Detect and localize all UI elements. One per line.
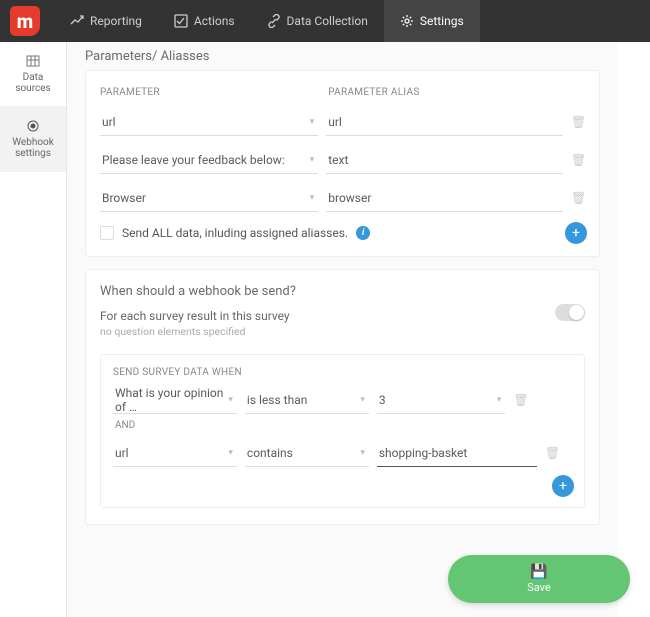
alias-head: PARAMETER ALIAS — [318, 87, 585, 98]
param-select[interactable]: Please leave your feedback below: ▾ — [100, 146, 318, 174]
param-row: Please leave your feedback below: ▾ 🗑 — [100, 146, 585, 174]
alias-input[interactable] — [326, 108, 563, 136]
when-card: When should a webhook be send? For each … — [85, 269, 600, 525]
target-icon — [26, 119, 40, 133]
param-row: url ▾ 🗑 — [100, 108, 585, 136]
cond-field: What is your opinion of … — [115, 386, 228, 414]
send-all-checkbox[interactable] — [100, 226, 114, 240]
chevron-down-icon: ▾ — [360, 448, 365, 458]
chevron-down-icon: ▾ — [228, 395, 233, 405]
cond-op-select[interactable]: contains ▾ — [245, 439, 369, 467]
conditions-inner: SEND SURVEY DATA WHEN What is your opini… — [100, 354, 585, 508]
chevron-down-icon: ▾ — [360, 395, 365, 405]
send-all-label: Send ALL data, inluding assigned aliasse… — [122, 226, 348, 240]
main: Parameters/ Aliasses PARAMETER PARAMETER… — [67, 42, 618, 617]
page-title: Parameters/ Aliasses — [85, 42, 600, 64]
param-value: Browser — [102, 191, 146, 205]
each-toggle[interactable] — [555, 304, 585, 321]
sidebar-item-label: Data sources — [4, 72, 62, 94]
param-value: Please leave your feedback below: — [102, 153, 285, 167]
columns: Data sources Webhook settings Parameters… — [0, 42, 650, 617]
logo[interactable]: m — [10, 6, 40, 36]
params-inner: PARAMETER PARAMETER ALIAS url ▾ 🗑 Please … — [100, 87, 585, 240]
parameters-card: PARAMETER PARAMETER ALIAS url ▾ 🗑 Please … — [85, 70, 600, 257]
alias-input[interactable] — [326, 184, 563, 212]
sidebar: Data sources Webhook settings — [0, 42, 67, 617]
info-icon[interactable]: i — [356, 226, 370, 240]
save-icon: 💾 — [530, 564, 547, 580]
nav-actions[interactable]: Actions — [158, 0, 251, 42]
condition-row: url ▾ contains ▾ 🗑 — [113, 439, 572, 467]
topbar: m Reporting Actions Data Collection Sett… — [0, 0, 650, 42]
nav-reporting[interactable]: Reporting — [54, 0, 158, 42]
cond-val-select[interactable]: 3▾ — [377, 386, 506, 414]
params-head-row: PARAMETER PARAMETER ALIAS — [100, 87, 585, 98]
chart-line-icon — [70, 14, 84, 28]
chevron-down-icon: ▾ — [310, 193, 315, 203]
trash-icon[interactable]: 🗑 — [571, 191, 585, 205]
chevron-down-icon: ▾ — [310, 117, 315, 127]
param-value: url — [102, 115, 116, 129]
param-select[interactable]: Browser ▾ — [100, 184, 318, 212]
chevron-down-icon: ▾ — [497, 395, 502, 405]
chevron-down-icon: ▾ — [310, 155, 315, 165]
nav-label: Reporting — [90, 14, 142, 28]
cond-val-input[interactable] — [377, 439, 537, 467]
param-head: PARAMETER — [100, 87, 318, 98]
link-icon — [267, 14, 281, 28]
cond-field: url — [115, 446, 129, 460]
checklist-icon — [174, 14, 188, 28]
when-title: When should a webhook be send? — [100, 284, 585, 299]
cond-op-select[interactable]: is less than ▾ — [245, 386, 369, 414]
cond-op: is less than — [247, 393, 307, 407]
cond-val: 3 — [379, 393, 386, 407]
gear-icon — [400, 14, 414, 28]
nav-data-collection[interactable]: Data Collection — [251, 0, 384, 42]
save-label: Save — [527, 581, 551, 594]
cond-field-select[interactable]: What is your opinion of …▾ — [113, 386, 237, 414]
right-rail — [618, 42, 650, 617]
sidebar-item-webhook-settings[interactable]: Webhook settings — [0, 107, 66, 172]
cond-op: contains — [247, 446, 293, 460]
logo-letter: m — [17, 10, 33, 33]
trash-icon[interactable]: 🗑 — [571, 153, 585, 167]
grid-icon — [26, 54, 40, 68]
sidebar-item-label: Webhook settings — [4, 137, 62, 159]
add-param-button[interactable]: + — [565, 222, 587, 244]
nav-label: Settings — [420, 14, 464, 28]
sidebar-item-data-sources[interactable]: Data sources — [0, 42, 66, 107]
param-select[interactable]: url ▾ — [100, 108, 318, 136]
send-when-head: SEND SURVEY DATA WHEN — [113, 367, 572, 378]
and-label: AND — [115, 420, 572, 431]
send-all-row: Send ALL data, inluding assigned aliasse… — [100, 226, 585, 240]
trash-icon[interactable]: 🗑 — [571, 115, 585, 129]
nav-label: Actions — [194, 14, 235, 28]
add-condition-button[interactable]: + — [552, 475, 574, 497]
alias-input[interactable] — [326, 146, 563, 174]
nav-label: Data Collection — [287, 14, 368, 28]
chevron-down-icon: ▾ — [228, 448, 233, 458]
each-note: no question elements specified — [100, 325, 585, 338]
condition-row: What is your opinion of …▾ is less than▾… — [113, 386, 572, 414]
nav-settings[interactable]: Settings — [384, 0, 480, 42]
trash-icon[interactable]: 🗑 — [545, 446, 559, 460]
save-button[interactable]: 💾 Save — [448, 555, 630, 603]
trash-icon[interactable]: 🗑 — [513, 393, 527, 407]
param-row: Browser ▾ 🗑 — [100, 184, 585, 212]
each-label: For each survey result in this survey — [100, 309, 585, 323]
cond-field-select[interactable]: url ▾ — [113, 439, 237, 467]
